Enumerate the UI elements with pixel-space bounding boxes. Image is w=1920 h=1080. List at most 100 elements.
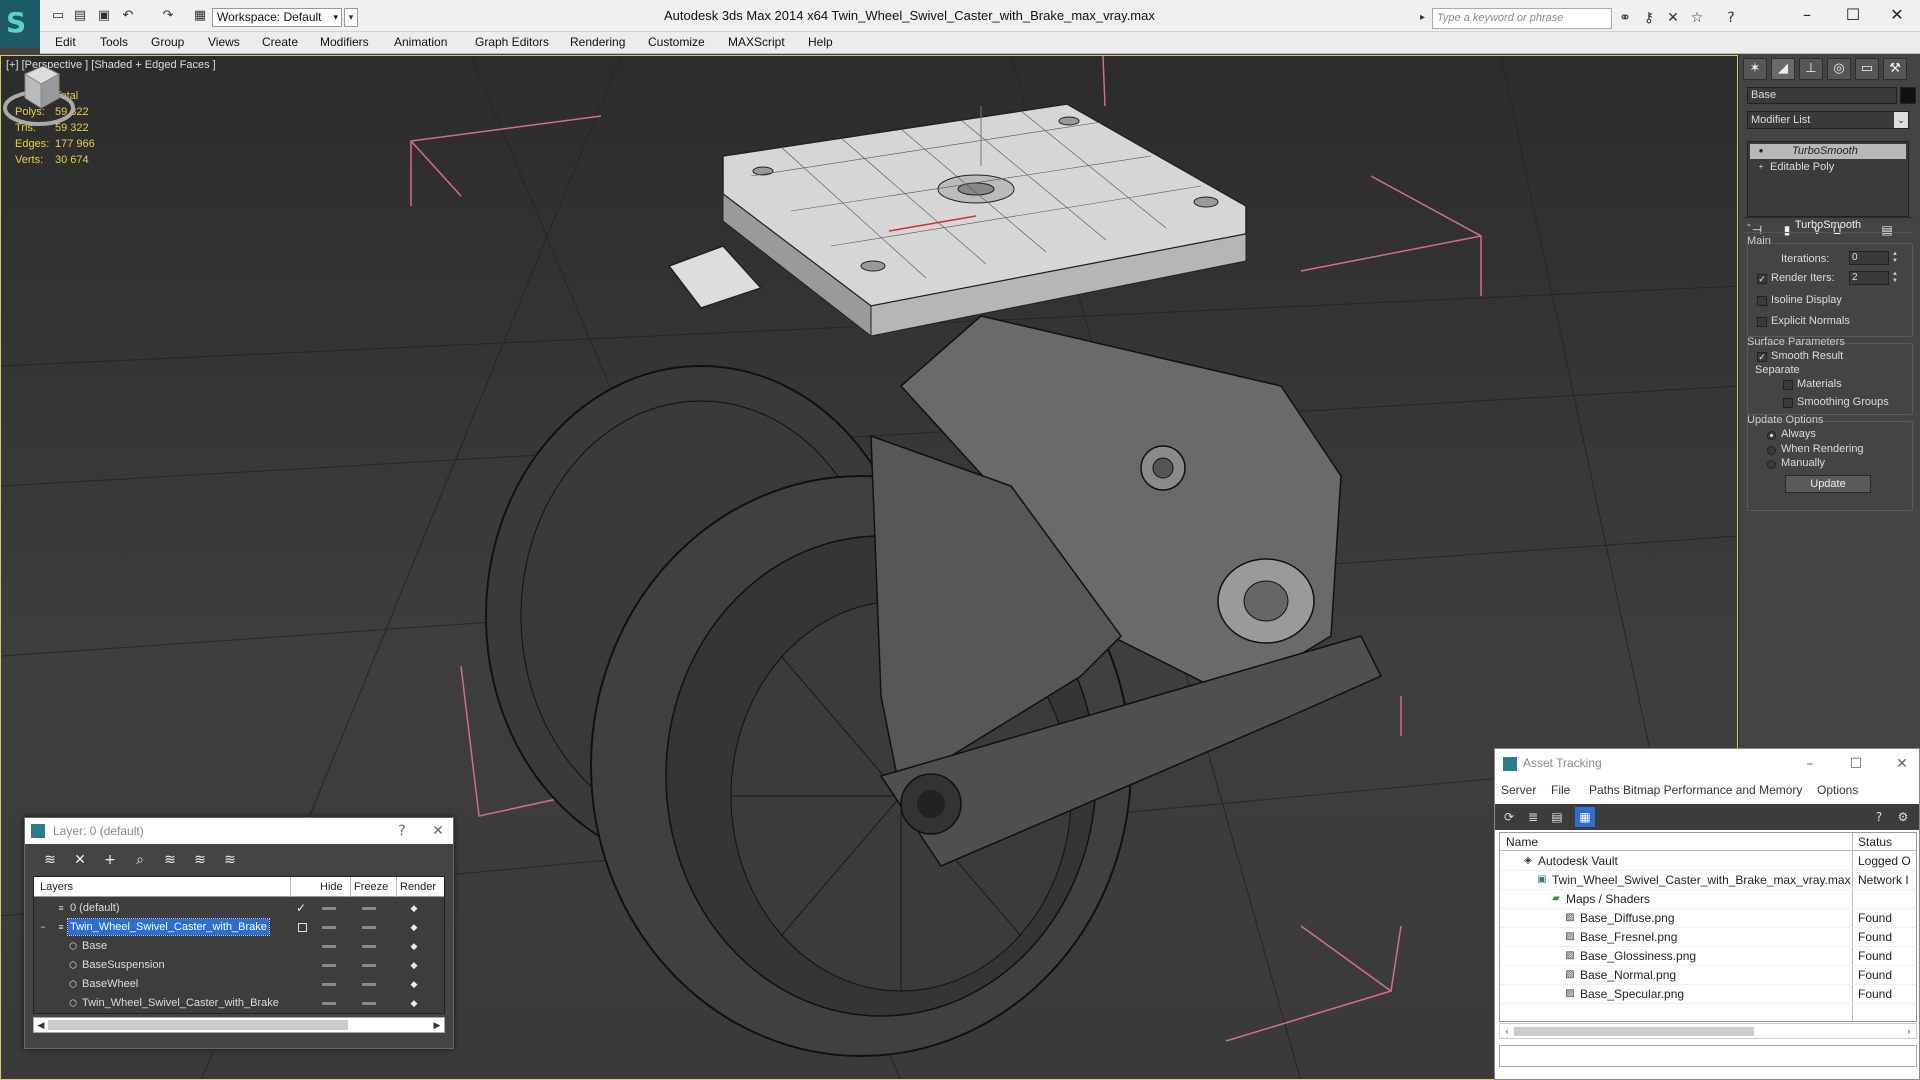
layer-row[interactable]: ⬡ BaseWheel ◆ bbox=[34, 975, 444, 994]
current-layer-check-icon[interactable]: ✓ bbox=[296, 901, 306, 915]
asset-row[interactable]: ▨ Base_Glossiness.png Found bbox=[1500, 947, 1916, 966]
viewcube-icon[interactable] bbox=[1, 56, 81, 136]
minimize-button[interactable]: – bbox=[1784, 0, 1830, 32]
asset-path-field[interactable] bbox=[1499, 1045, 1917, 1067]
menu-views[interactable]: Views bbox=[208, 35, 240, 49]
asset-dialog-titlebar[interactable]: Asset Tracking – ☐ ✕ bbox=[1495, 749, 1919, 779]
rollout-header[interactable]: - TurboSmooth bbox=[1743, 217, 1913, 233]
lightbulb-icon[interactable]: ● bbox=[1756, 146, 1766, 156]
asset-row[interactable]: ▰ Maps / Shaders bbox=[1500, 890, 1916, 909]
render-iters-spinner[interactable]: 2 bbox=[1849, 271, 1889, 285]
menu-customize[interactable]: Customize bbox=[648, 35, 705, 49]
freeze-toggle[interactable] bbox=[362, 1002, 376, 1005]
table-view-icon[interactable]: ▦ bbox=[1575, 807, 1595, 827]
explicit-normals-checkbox[interactable] bbox=[1757, 317, 1767, 327]
refresh-icon[interactable]: ⟳ bbox=[1499, 807, 1519, 827]
select-objects-icon[interactable]: ⌕ bbox=[129, 850, 151, 870]
asset-menu-file[interactable]: File bbox=[1551, 783, 1570, 797]
menu-maxscript[interactable]: MAXScript bbox=[728, 35, 785, 49]
scrollbar-thumb[interactable] bbox=[1514, 1027, 1754, 1036]
menu-tools[interactable]: Tools bbox=[100, 35, 128, 49]
workspace-dropdown[interactable]: Workspace: Default ▾ bbox=[212, 8, 342, 27]
highlight-layer-icon[interactable]: ≋ bbox=[159, 850, 181, 870]
render-iters-checkbox[interactable]: ✓ bbox=[1757, 274, 1767, 284]
delete-layer-icon[interactable]: ✕ bbox=[69, 850, 91, 870]
scroll-right-icon[interactable]: ▶ bbox=[430, 1018, 444, 1032]
column-render[interactable]: Render bbox=[400, 881, 436, 893]
expand-plus-icon[interactable]: + bbox=[1756, 162, 1766, 172]
maximize-button[interactable]: ☐ bbox=[1841, 751, 1871, 777]
column-hide[interactable]: Hide bbox=[320, 881, 343, 893]
app-logo-button[interactable]: S bbox=[0, 0, 40, 47]
asset-row[interactable]: ▨ Base_Specular.png Found bbox=[1500, 985, 1916, 1004]
layer-row[interactable]: ⬡ Twin_Wheel_Swivel_Caster_with_Brake ◆ bbox=[34, 994, 444, 1013]
close-icon[interactable]: ✕ bbox=[423, 818, 453, 844]
asset-row[interactable]: ▨ Base_Diffuse.png Found bbox=[1500, 909, 1916, 928]
asset-menu-options[interactable]: Options bbox=[1817, 783, 1858, 797]
render-teapot-icon[interactable]: ◆ bbox=[408, 960, 420, 970]
smoothing-groups-checkbox[interactable] bbox=[1783, 398, 1793, 408]
add-to-layer-icon[interactable]: + bbox=[99, 850, 121, 870]
create-layer-icon[interactable]: ≋ bbox=[39, 850, 61, 870]
render-teapot-icon[interactable]: ◆ bbox=[408, 903, 420, 913]
hide-all-icon[interactable]: ≋ bbox=[189, 850, 211, 870]
hide-toggle[interactable] bbox=[322, 1002, 336, 1005]
menu-edit[interactable]: Edit bbox=[55, 35, 76, 49]
stack-item-editable-poly[interactable]: + Editable Poly bbox=[1750, 160, 1906, 175]
save-icon[interactable]: ▣ bbox=[96, 8, 112, 24]
new-file-icon[interactable]: ▭ bbox=[50, 8, 66, 24]
materials-checkbox[interactable] bbox=[1783, 380, 1793, 390]
freeze-all-icon[interactable]: ≋ bbox=[219, 850, 241, 870]
spinner-arrows-icon[interactable]: ▲ ▼ bbox=[1891, 251, 1899, 265]
menu-help[interactable]: Help bbox=[808, 35, 833, 49]
binoculars-icon[interactable]: ⚭ bbox=[1616, 9, 1634, 27]
hide-toggle[interactable] bbox=[322, 926, 336, 929]
render-teapot-icon[interactable]: ◆ bbox=[408, 941, 420, 951]
layer-row[interactable]: ≡ 0 (default) ✓ ◆ bbox=[34, 899, 444, 918]
motion-tab-icon[interactable]: ◎ bbox=[1827, 58, 1851, 80]
modifier-list-dropdown[interactable]: Modifier List ⌄ bbox=[1747, 111, 1909, 129]
menu-rendering[interactable]: Rendering bbox=[570, 35, 625, 49]
search-input[interactable]: Type a keyword or phrase bbox=[1432, 8, 1612, 29]
asset-menu-paths[interactable]: Paths bbox=[1589, 783, 1620, 797]
scroll-left-icon[interactable]: ◀ bbox=[34, 1018, 48, 1032]
isoline-display-checkbox[interactable] bbox=[1757, 296, 1767, 306]
undo-icon[interactable]: ↶ bbox=[120, 8, 136, 24]
scroll-left-icon[interactable]: ‹ bbox=[1500, 1024, 1514, 1038]
column-layers[interactable]: Layers bbox=[40, 881, 73, 893]
layer-row[interactable]: − ≡ Twin_Wheel_Swivel_Caster_with_Brake … bbox=[34, 918, 444, 937]
open-file-icon[interactable]: ▤ bbox=[72, 8, 88, 24]
manually-radio[interactable] bbox=[1767, 460, 1776, 469]
collapse-icon[interactable]: − bbox=[38, 922, 48, 932]
tools-icon[interactable]: ✕ bbox=[1664, 9, 1682, 27]
column-name[interactable]: Name bbox=[1506, 835, 1538, 849]
menu-group[interactable]: Group bbox=[151, 35, 184, 49]
minimize-button[interactable]: – bbox=[1795, 751, 1825, 777]
utilities-tab-icon[interactable]: ⚒ bbox=[1883, 58, 1907, 80]
settings-icon[interactable]: ⚙ bbox=[1893, 807, 1913, 827]
freeze-toggle[interactable] bbox=[362, 964, 376, 967]
create-tab-icon[interactable]: ✶ bbox=[1743, 58, 1767, 80]
hide-toggle[interactable] bbox=[322, 983, 336, 986]
freeze-toggle[interactable] bbox=[362, 983, 376, 986]
update-button[interactable]: Update bbox=[1785, 475, 1871, 493]
workspace-menu-button[interactable]: ▾ bbox=[344, 8, 358, 27]
menu-graph-editors[interactable]: Graph Editors bbox=[475, 35, 549, 49]
layer-row[interactable]: ⬡ Base ◆ bbox=[34, 937, 444, 956]
hide-toggle[interactable] bbox=[322, 964, 336, 967]
help-icon[interactable]: ? bbox=[1869, 807, 1889, 827]
iterations-spinner[interactable]: 0 bbox=[1849, 251, 1889, 265]
object-name-field[interactable]: Base bbox=[1747, 87, 1897, 104]
asset-row[interactable]: ▣ Twin_Wheel_Swivel_Caster_with_Brake_ma… bbox=[1500, 871, 1916, 890]
current-layer-box[interactable] bbox=[298, 923, 307, 932]
smooth-result-checkbox[interactable]: ✓ bbox=[1757, 352, 1767, 362]
list-view-icon[interactable]: ≣ bbox=[1523, 807, 1543, 827]
render-teapot-icon[interactable]: ◆ bbox=[408, 998, 420, 1008]
layer-horizontal-scrollbar[interactable]: ◀ ▶ bbox=[33, 1017, 445, 1033]
asset-row[interactable]: ▨ Base_Fresnel.png Found bbox=[1500, 928, 1916, 947]
help-button[interactable]: ? bbox=[387, 818, 417, 844]
hierarchy-tab-icon[interactable]: ⊥ bbox=[1799, 58, 1823, 80]
close-icon[interactable]: ✕ bbox=[1887, 751, 1917, 777]
redo-icon[interactable]: ↷ bbox=[160, 8, 176, 24]
menu-create[interactable]: Create bbox=[262, 35, 298, 49]
